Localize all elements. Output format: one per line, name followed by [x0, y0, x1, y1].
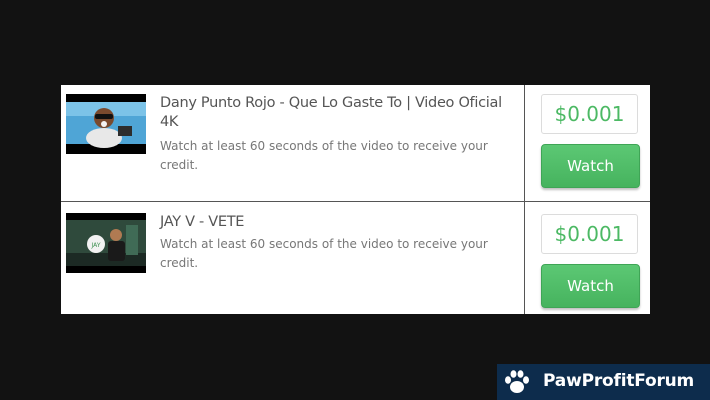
list-item: JAY JAY V - VETE Watch at least 60 secon… [61, 202, 650, 314]
watch-button[interactable]: Watch [541, 264, 640, 308]
video-title: Dany Punto Rojo - Que Lo Gaste To | Vide… [160, 95, 502, 130]
watermark-banner: PawProfitForum [497, 364, 710, 400]
video-title: JAY V - VETE [160, 214, 245, 230]
video-description: Watch at least 60 seconds of the video t… [160, 139, 488, 172]
watermark-text: PawProfitForum [543, 371, 695, 391]
reward-price: $0.001 [541, 94, 638, 134]
watch-button[interactable]: Watch [541, 144, 640, 188]
list-item: Dany Punto Rojo - Que Lo Gaste To | Vide… [61, 85, 650, 202]
reward-price: $0.001 [541, 214, 638, 254]
video-offer-list: Dany Punto Rojo - Que Lo Gaste To | Vide… [61, 85, 650, 314]
svg-text:JAY: JAY [91, 242, 101, 249]
paw-icon [505, 370, 529, 393]
video-thumbnail[interactable]: JAY [66, 213, 146, 273]
video-description: Watch at least 60 seconds of the video t… [160, 237, 488, 270]
video-thumbnail[interactable] [66, 94, 146, 154]
